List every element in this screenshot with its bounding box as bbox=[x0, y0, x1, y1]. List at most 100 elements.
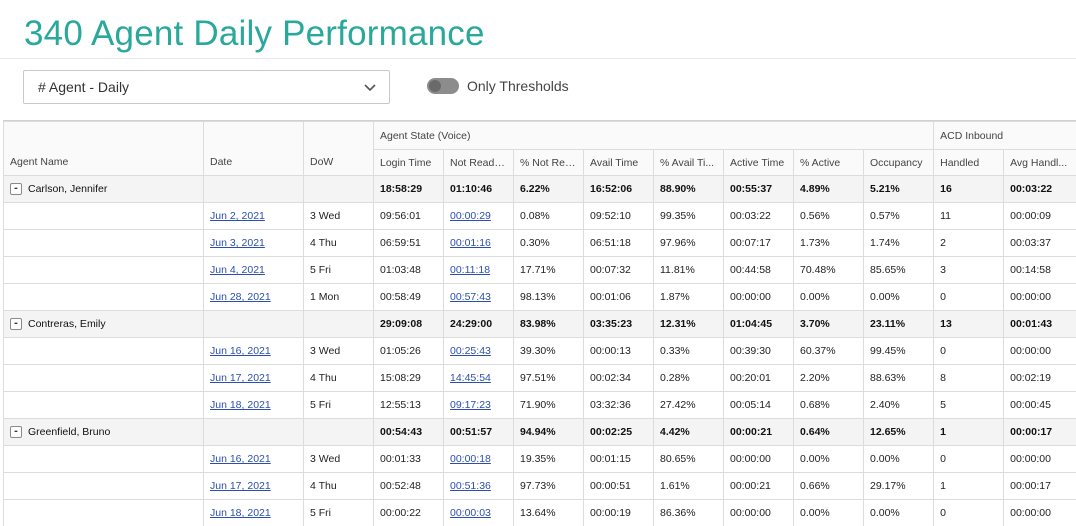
collapse-icon[interactable]: - bbox=[10, 426, 22, 438]
summary-handled: 16 bbox=[934, 176, 1004, 203]
table-row: Jun 2, 20213 Wed09:56:0100:00:290.08%09:… bbox=[4, 203, 1076, 230]
active-time-cell: 00:00:00 bbox=[724, 500, 794, 526]
summary-occupancy: 23.11% bbox=[864, 311, 934, 338]
login-time-cell: 15:08:29 bbox=[374, 365, 444, 392]
avail-time-cell: 00:00:19 bbox=[584, 500, 654, 526]
table-row: Jun 17, 20214 Thu00:52:4800:51:3697.73%0… bbox=[4, 473, 1076, 500]
not-ready-cell: 00:00:29 bbox=[444, 203, 514, 230]
date-link[interactable]: Jun 16, 2021 bbox=[210, 345, 271, 357]
avg-handle-cell: 00:02:19 bbox=[1004, 365, 1076, 392]
date-link[interactable]: Jun 18, 2021 bbox=[210, 399, 271, 411]
col-avail-time[interactable]: Avail Time bbox=[584, 150, 654, 176]
agent-name-cell bbox=[4, 230, 204, 257]
col-date[interactable]: Date bbox=[204, 122, 304, 176]
pct-active-cell: 0.00% bbox=[794, 500, 864, 526]
summary-login-time: 00:54:43 bbox=[374, 419, 444, 446]
handled-cell: 5 bbox=[934, 392, 1004, 419]
dow-cell: 1 Mon bbox=[304, 284, 374, 311]
col-dow[interactable]: DoW bbox=[304, 122, 374, 176]
pct-active-cell: 60.37% bbox=[794, 338, 864, 365]
col-pct-not-ready[interactable]: % Not Rea... bbox=[514, 150, 584, 176]
pct-active-cell: 1.73% bbox=[794, 230, 864, 257]
dow-cell bbox=[304, 176, 374, 203]
pct-not-ready-cell: 13.64% bbox=[514, 500, 584, 526]
agent-name: Contreras, Emily bbox=[28, 318, 106, 330]
col-login-time[interactable]: Login Time bbox=[374, 150, 444, 176]
not-ready-link[interactable]: 14:45:54 bbox=[450, 372, 491, 384]
not-ready-cell: 00:51:36 bbox=[444, 473, 514, 500]
login-time-cell: 00:01:33 bbox=[374, 446, 444, 473]
login-time-cell: 09:56:01 bbox=[374, 203, 444, 230]
avg-handle-cell: 00:03:37 bbox=[1004, 230, 1076, 257]
avail-time-cell: 00:00:51 bbox=[584, 473, 654, 500]
summary-pct-avail: 4.42% bbox=[654, 419, 724, 446]
pct-avail-cell: 86.36% bbox=[654, 500, 724, 526]
col-pct-active[interactable]: % Active bbox=[794, 150, 864, 176]
not-ready-cell: 00:25:43 bbox=[444, 338, 514, 365]
pct-not-ready-cell: 98.13% bbox=[514, 284, 584, 311]
collapse-icon[interactable]: - bbox=[10, 183, 22, 195]
not-ready-link[interactable]: 00:25:43 bbox=[450, 345, 491, 357]
date-link[interactable]: Jun 16, 2021 bbox=[210, 453, 271, 465]
avg-handle-cell: 00:00:00 bbox=[1004, 284, 1076, 311]
pct-avail-cell: 80.65% bbox=[654, 446, 724, 473]
not-ready-link[interactable]: 00:00:29 bbox=[450, 210, 491, 222]
only-thresholds-toggle[interactable] bbox=[427, 78, 459, 94]
col-pct-avail[interactable]: % Avail Ti... bbox=[654, 150, 724, 176]
report-view-dropdown[interactable]: # Agent - Daily bbox=[23, 70, 390, 104]
date-cell: Jun 17, 2021 bbox=[204, 473, 304, 500]
pct-active-cell: 0.56% bbox=[794, 203, 864, 230]
date-link[interactable]: Jun 28, 2021 bbox=[210, 291, 271, 303]
not-ready-link[interactable]: 00:00:18 bbox=[450, 453, 491, 465]
summary-not-ready: 24:29:00 bbox=[444, 311, 514, 338]
not-ready-cell: 14:45:54 bbox=[444, 365, 514, 392]
not-ready-link[interactable]: 00:57:43 bbox=[450, 291, 491, 303]
col-occupancy[interactable]: Occupancy bbox=[864, 150, 934, 176]
not-ready-link[interactable]: 00:11:18 bbox=[450, 264, 490, 276]
col-avg-handle[interactable]: Avg Handl... bbox=[1004, 150, 1076, 176]
agent-name-cell bbox=[4, 392, 204, 419]
dow-cell: 3 Wed bbox=[304, 203, 374, 230]
avg-handle-cell: 00:00:00 bbox=[1004, 338, 1076, 365]
dow-cell: 3 Wed bbox=[304, 446, 374, 473]
handled-cell: 2 bbox=[934, 230, 1004, 257]
table-row: Jun 17, 20214 Thu15:08:2914:45:5497.51%0… bbox=[4, 365, 1076, 392]
date-cell: Jun 16, 2021 bbox=[204, 446, 304, 473]
date-link[interactable]: Jun 18, 2021 bbox=[210, 507, 271, 519]
performance-table-container[interactable]: Agent Name Date DoW Agent State (Voice) … bbox=[3, 120, 1076, 526]
agent-name-cell bbox=[4, 365, 204, 392]
col-agent-name[interactable]: Agent Name bbox=[4, 122, 204, 176]
agent-name-cell: -Greenfield, Bruno bbox=[4, 419, 204, 446]
date-cell: Jun 2, 2021 bbox=[204, 203, 304, 230]
not-ready-link[interactable]: 09:17:23 bbox=[450, 399, 491, 411]
not-ready-link[interactable]: 00:51:36 bbox=[450, 480, 491, 492]
not-ready-cell: 00:00:03 bbox=[444, 500, 514, 526]
col-active-time[interactable]: Active Time bbox=[724, 150, 794, 176]
date-link[interactable]: Jun 4, 2021 bbox=[210, 264, 265, 276]
handled-cell: 1 bbox=[934, 473, 1004, 500]
chevron-down-icon bbox=[363, 80, 377, 94]
col-handled[interactable]: Handled bbox=[934, 150, 1004, 176]
dow-cell: 5 Fri bbox=[304, 257, 374, 284]
agent-name: Greenfield, Bruno bbox=[28, 426, 110, 438]
table-row: Jun 18, 20215 Fri00:00:2200:00:0313.64%0… bbox=[4, 500, 1076, 526]
summary-occupancy: 5.21% bbox=[864, 176, 934, 203]
occupancy-cell: 29.17% bbox=[864, 473, 934, 500]
date-link[interactable]: Jun 17, 2021 bbox=[210, 480, 271, 492]
handled-cell: 0 bbox=[934, 500, 1004, 526]
pct-active-cell: 0.00% bbox=[794, 446, 864, 473]
col-not-ready[interactable]: Not Ready... bbox=[444, 150, 514, 176]
group-agent-state: Agent State (Voice) bbox=[374, 122, 934, 150]
date-link[interactable]: Jun 17, 2021 bbox=[210, 372, 271, 384]
date-link[interactable]: Jun 2, 2021 bbox=[210, 210, 265, 222]
summary-pct-not-ready: 6.22% bbox=[514, 176, 584, 203]
only-thresholds-label: Only Thresholds bbox=[467, 78, 569, 94]
date-cell bbox=[204, 311, 304, 338]
date-cell bbox=[204, 419, 304, 446]
collapse-icon[interactable]: - bbox=[10, 318, 22, 330]
active-time-cell: 00:39:30 bbox=[724, 338, 794, 365]
date-link[interactable]: Jun 3, 2021 bbox=[210, 237, 265, 249]
not-ready-link[interactable]: 00:01:16 bbox=[450, 237, 491, 249]
not-ready-link[interactable]: 00:00:03 bbox=[450, 507, 491, 519]
summary-avail-time: 00:02:25 bbox=[584, 419, 654, 446]
